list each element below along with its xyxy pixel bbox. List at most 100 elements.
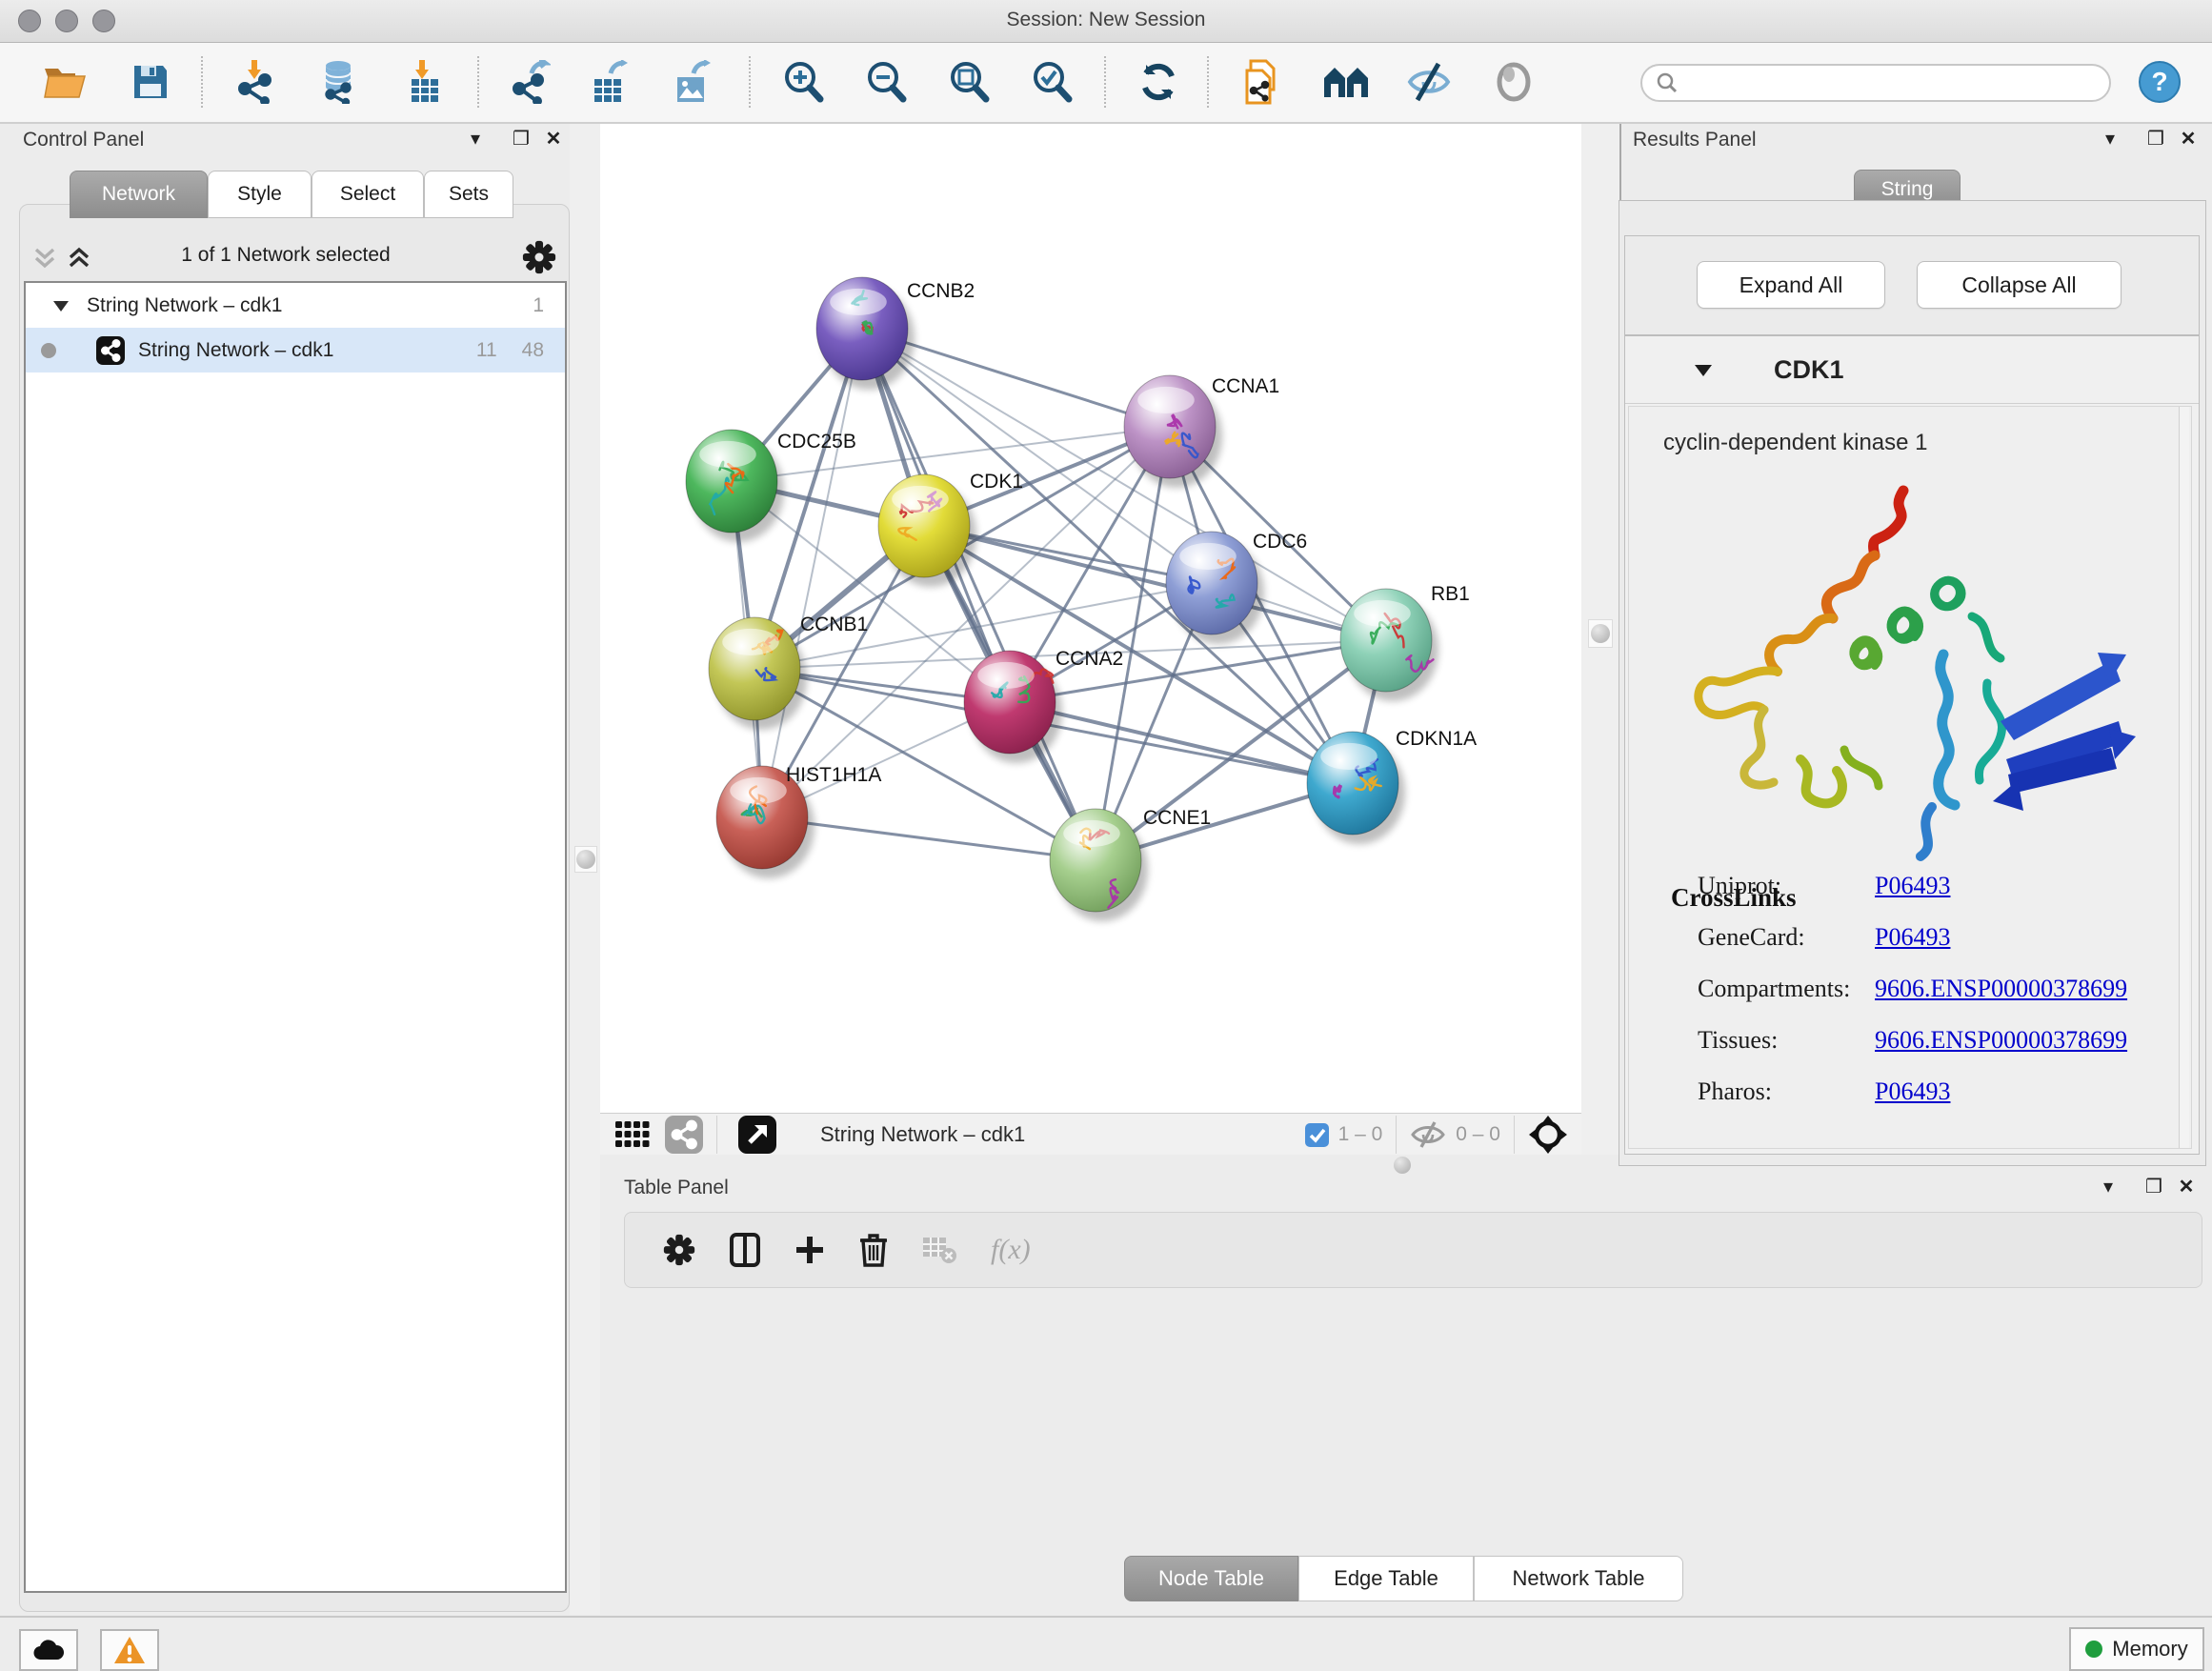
- entry-header[interactable]: CDK1: [1625, 336, 2199, 404]
- tab-edge-table[interactable]: Edge Table: [1298, 1556, 1474, 1601]
- crosslink-link[interactable]: P06493: [1875, 872, 1950, 899]
- selected-counts: 1 – 0: [1338, 1123, 1383, 1146]
- import-network-database-button[interactable]: [311, 54, 366, 110]
- crosslink-label: Compartments:: [1698, 975, 1850, 1002]
- export-image-button[interactable]: [665, 54, 720, 110]
- expand-all-networks-button[interactable]: [67, 246, 91, 272]
- graph-node-CCNA2[interactable]: CCNA2: [964, 648, 1123, 763]
- table-panel-float-button[interactable]: ❐: [2142, 1174, 2166, 1198]
- results-panel-close-button[interactable]: ✕: [2176, 126, 2201, 151]
- node-label: CDC6: [1253, 531, 1307, 553]
- zoom-fit-button[interactable]: [941, 54, 996, 110]
- network-graph[interactable]: CCNB2CCNA1CDC25BCDK1CDC6RB1CCNB1CCNA2CDK…: [600, 124, 1581, 1113]
- graph-node-CDC6[interactable]: CDC6: [1166, 531, 1307, 644]
- table-settings-gear-icon[interactable]: [663, 1234, 695, 1266]
- open-session-button[interactable]: [37, 54, 92, 110]
- export-network-button[interactable]: [502, 54, 557, 110]
- graph-node-HIST1H1A[interactable]: HIST1H1A: [716, 764, 881, 878]
- tab-select[interactable]: Select: [312, 171, 424, 218]
- control-panel-menu-button[interactable]: ▾: [463, 126, 488, 151]
- crosslink-link[interactable]: P06493: [1875, 923, 1950, 951]
- add-column-icon[interactable]: [794, 1235, 825, 1265]
- open-in-window-icon[interactable]: [738, 1116, 776, 1154]
- table-panel-menu-button[interactable]: ▾: [2096, 1174, 2121, 1198]
- save-session-button[interactable]: [123, 54, 178, 110]
- network-status-dot-icon: [41, 343, 56, 358]
- control-panel-float-button[interactable]: ❐: [509, 126, 533, 151]
- results-scrollbar[interactable]: [2179, 407, 2189, 1148]
- graph-node-CDKN1A[interactable]: CDKN1A: [1307, 728, 1477, 844]
- collapse-all-networks-button[interactable]: [32, 246, 57, 272]
- function-builder-icon: f(x): [991, 1234, 1031, 1266]
- help-button[interactable]: ?: [2132, 54, 2187, 110]
- selected-checkbox-icon[interactable]: [1305, 1123, 1329, 1147]
- graph-node-CDK1[interactable]: CDK1: [878, 471, 1023, 587]
- control-panel-close-button[interactable]: ✕: [541, 126, 566, 151]
- network-collection-row[interactable]: String Network – cdk1 1: [26, 283, 565, 328]
- hide-selected-button[interactable]: [1401, 54, 1457, 110]
- zoom-selected-button[interactable]: [1024, 54, 1079, 110]
- toolbar-separator: [1207, 56, 1209, 108]
- splitter-handle[interactable]: [574, 846, 597, 873]
- results-panel-float-button[interactable]: ❐: [2143, 126, 2168, 151]
- graph-node-CCNA1[interactable]: CCNA1: [1124, 375, 1279, 488]
- entry-collapse-arrow-icon[interactable]: [1694, 363, 1713, 377]
- window-title: Session: New Session: [0, 9, 2212, 31]
- annotation-grid-icon[interactable]: [615, 1121, 650, 1148]
- results-panel: Results Panel ▾ ❐ ✕ String Expand All Co…: [1619, 124, 2212, 1155]
- title-bar: Session: New Session: [0, 0, 2212, 43]
- search-input[interactable]: [1679, 71, 2082, 95]
- crosslink-link[interactable]: 9606.ENSP00000378699: [1875, 1026, 2127, 1054]
- table-panel-title: Table Panel: [624, 1177, 729, 1199]
- import-network-file-button[interactable]: [228, 54, 283, 110]
- crosslink-link[interactable]: P06493: [1875, 1077, 1950, 1105]
- splitter-handle[interactable]: [1588, 619, 1613, 648]
- hidden-eye-icon[interactable]: [1410, 1121, 1446, 1148]
- network-canvas[interactable]: CCNB2CCNA1CDC25BCDK1CDC6RB1CCNB1CCNA2CDK…: [600, 124, 1581, 1113]
- tab-sets[interactable]: Sets: [424, 171, 513, 218]
- tab-node-table[interactable]: Node Table: [1124, 1556, 1298, 1601]
- crosslink-label: Uniprot:: [1698, 872, 1781, 899]
- network-row[interactable]: String Network – cdk1 11 48: [26, 328, 565, 372]
- warning-button[interactable]: [100, 1629, 159, 1671]
- zoom-in-button[interactable]: [775, 54, 831, 110]
- table-panel-splitter[interactable]: [600, 1155, 1581, 1174]
- birdseye-view-icon[interactable]: [1528, 1115, 1568, 1155]
- results-panel-menu-button[interactable]: ▾: [2098, 126, 2122, 151]
- network-edge-count: 48: [522, 339, 544, 362]
- control-panel-splitter[interactable]: [570, 124, 600, 1615]
- delete-column-icon[interactable]: [859, 1233, 888, 1267]
- graph-node-RB1[interactable]: RB1: [1340, 583, 1470, 701]
- footer-separator: [716, 1116, 717, 1154]
- show-columns-icon[interactable]: [730, 1233, 760, 1267]
- collapse-all-button[interactable]: Collapse All: [1917, 261, 2122, 309]
- node-label: CDC25B: [777, 431, 856, 453]
- show-all-button[interactable]: [1486, 54, 1541, 110]
- graph-node-CCNB2[interactable]: CCNB2: [816, 277, 975, 390]
- zoom-out-button[interactable]: [858, 54, 914, 110]
- first-neighbors-button[interactable]: [1318, 54, 1374, 110]
- import-table-button[interactable]: [397, 54, 452, 110]
- node-label: CCNE1: [1143, 807, 1211, 829]
- tab-style[interactable]: Style: [208, 171, 312, 218]
- string-network-badge-icon[interactable]: [665, 1116, 703, 1154]
- splitter-handle[interactable]: [1394, 1157, 1411, 1174]
- crosslink-link[interactable]: 9606.ENSP00000378699: [1875, 975, 2127, 1002]
- expand-all-button[interactable]: Expand All: [1697, 261, 1885, 309]
- table-panel-close-button[interactable]: ✕: [2174, 1174, 2199, 1198]
- footer-separator: [1514, 1116, 1515, 1154]
- main-toolbar: ?: [0, 43, 2212, 124]
- cloud-button[interactable]: [19, 1629, 78, 1671]
- toolbar-separator: [477, 56, 479, 108]
- graph-node-CCNE1[interactable]: CCNE1: [1050, 807, 1211, 921]
- clone-network-button[interactable]: [1236, 54, 1291, 110]
- tab-network-table[interactable]: Network Table: [1474, 1556, 1683, 1601]
- network-options-gear-icon[interactable]: [522, 240, 556, 274]
- memory-button[interactable]: Memory: [2069, 1627, 2204, 1671]
- memory-status-dot-icon: [2085, 1641, 2102, 1658]
- export-table-button[interactable]: [582, 54, 637, 110]
- collection-expand-arrow-icon[interactable]: [52, 299, 70, 312]
- update-button[interactable]: [1131, 54, 1186, 110]
- tab-network[interactable]: Network: [70, 171, 208, 218]
- results-panel-splitter[interactable]: [1581, 124, 1619, 1155]
